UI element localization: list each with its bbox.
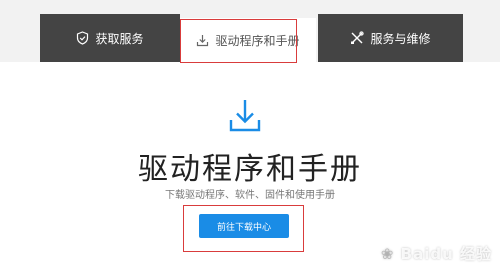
tab-repair[interactable]: 服务与维修 bbox=[318, 14, 463, 62]
watermark-text: Baidu 经验 bbox=[400, 245, 492, 263]
shield-check-icon bbox=[76, 31, 89, 45]
highlight-box-button bbox=[183, 205, 304, 252]
tab-get-service[interactable]: 获取服务 bbox=[40, 14, 180, 62]
paw-icon: ❀ bbox=[380, 245, 395, 263]
page-title: 驱动程序和手册 bbox=[138, 152, 362, 187]
tab-get-service-label: 获取服务 bbox=[95, 31, 144, 46]
page-subtitle: 下载驱动程序、软件、固件和使用手册 bbox=[165, 190, 335, 201]
page: 获取服务 驱动程序和手册 服务与维修 驱动程序和手册 下载驱动程序、软件、固件和… bbox=[0, 0, 500, 270]
tools-icon bbox=[350, 31, 365, 45]
download-icon bbox=[225, 96, 265, 136]
baidu-watermark: ❀ Baidu 经验 bbox=[381, 243, 492, 264]
highlight-box-tab bbox=[180, 19, 297, 63]
tab-repair-label: 服务与维修 bbox=[370, 31, 431, 46]
